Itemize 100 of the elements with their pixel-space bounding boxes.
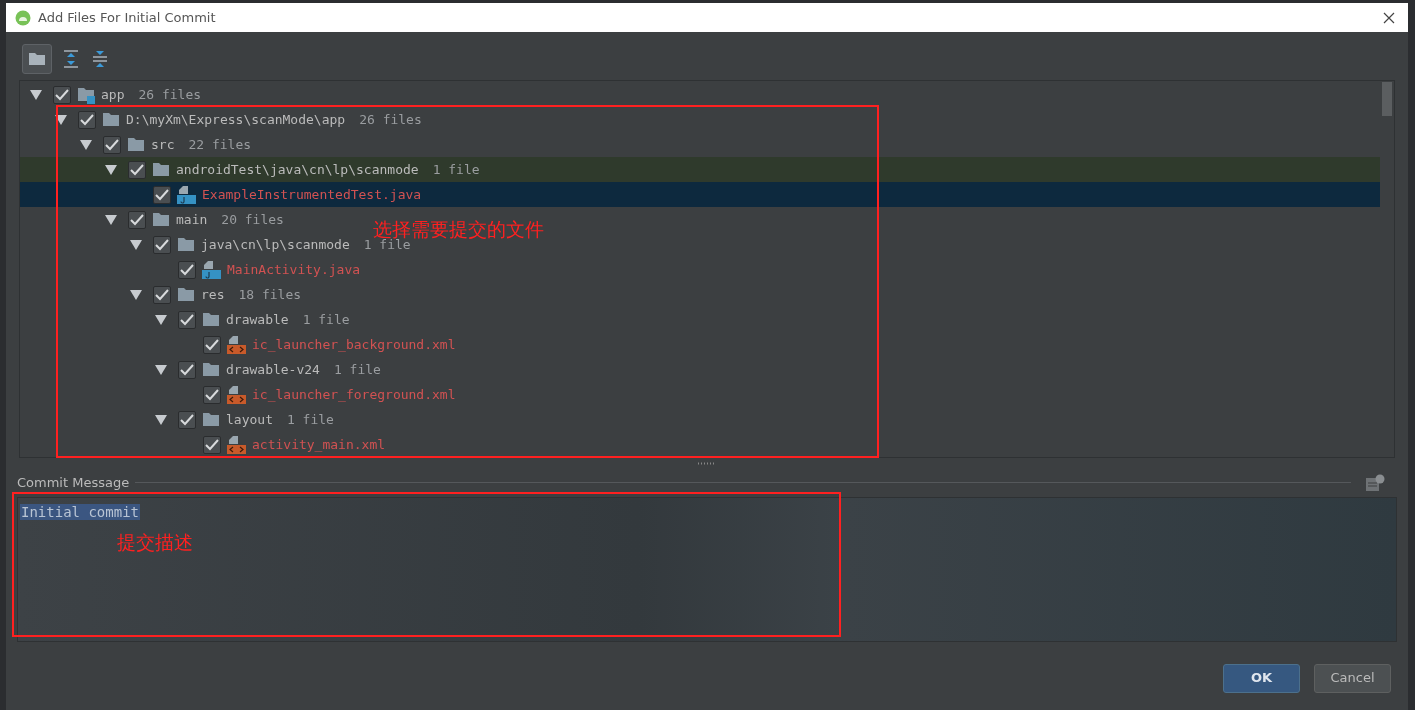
folder-name: main <box>176 210 208 229</box>
check-icon <box>155 188 169 201</box>
file-count: 26 files <box>138 85 202 104</box>
checkbox[interactable] <box>153 285 171 304</box>
checkbox[interactable] <box>153 235 171 254</box>
xml-file-icon <box>227 335 246 354</box>
check-icon <box>180 413 194 426</box>
folder-icon <box>152 212 170 227</box>
xml-file-icon <box>227 385 246 404</box>
folder-name: app <box>101 85 125 104</box>
annotation-text: 提交描述 <box>117 530 193 555</box>
splitter-handle-icon[interactable] <box>698 461 716 465</box>
check-icon <box>180 313 194 326</box>
tree-row[interactable]: drawable-v24 1 file <box>20 357 385 382</box>
folder-name: drawable <box>226 310 289 329</box>
expand-triangle-icon[interactable] <box>55 114 67 125</box>
folder-icon <box>102 112 120 127</box>
file-name: ic_launcher_foreground.xml <box>252 385 456 404</box>
file-count: 20 files <box>221 210 284 229</box>
file-name: ExampleInstrumentedTest.java <box>202 185 422 204</box>
folder-name: androidTest\java\cn\lp\scanmode <box>176 160 419 179</box>
check-icon <box>130 213 144 226</box>
check-icon <box>55 88 69 101</box>
checkbox[interactable] <box>78 110 96 129</box>
folder-name: src <box>151 135 175 154</box>
expand-triangle-icon[interactable] <box>30 89 42 100</box>
xml-file-icon <box>227 435 246 454</box>
checkbox[interactable] <box>203 385 221 404</box>
folder-icon <box>152 162 170 177</box>
check-icon <box>180 363 194 376</box>
tree-row[interactable]: src 22 files <box>20 132 256 157</box>
tree-row[interactable]: D:\myXm\Express\scanMode\app 26 files <box>20 107 426 132</box>
checkbox[interactable] <box>128 160 146 179</box>
tree-row[interactable]: res 18 files <box>20 282 306 307</box>
tree-row[interactable]: drawable 1 file <box>20 307 354 332</box>
file-count: 1 file <box>432 160 480 179</box>
check-icon <box>205 338 219 351</box>
check-icon <box>155 288 169 301</box>
checkbox[interactable] <box>203 435 221 454</box>
folder-name: layout <box>226 410 273 429</box>
expand-triangle-icon[interactable] <box>80 139 92 150</box>
file-count: 18 files <box>238 285 302 304</box>
folder-name: res <box>201 285 225 304</box>
file-count: 22 files <box>188 135 252 154</box>
check-icon <box>80 113 94 126</box>
expand-triangle-icon[interactable] <box>105 214 117 225</box>
folder-name: drawable-v24 <box>226 360 320 379</box>
file-name: activity_main.xml <box>252 435 386 454</box>
file-name: MainActivity.java <box>227 260 361 279</box>
checkbox[interactable] <box>203 335 221 354</box>
close-icon[interactable] <box>1383 11 1395 24</box>
file-name: ic_launcher_background.xml <box>252 335 456 354</box>
group-by-folder-button[interactable] <box>22 44 52 74</box>
expand-triangle-icon[interactable] <box>155 314 167 325</box>
checkbox[interactable] <box>178 260 196 279</box>
checkbox[interactable] <box>53 85 71 104</box>
commit-message-label: Commit Message <box>17 474 130 492</box>
collapse-all-icon[interactable] <box>90 49 110 69</box>
checkbox[interactable] <box>128 210 146 229</box>
window-title: Add Files For Initial Commit <box>38 8 216 27</box>
folder-name: java\cn\lp\scanmode <box>201 235 350 254</box>
expand-triangle-icon[interactable] <box>105 164 117 175</box>
history-icon[interactable] <box>1365 473 1385 492</box>
checkbox[interactable] <box>178 310 196 329</box>
folder-icon <box>202 312 220 327</box>
checkbox[interactable] <box>178 410 196 429</box>
check-icon <box>205 438 219 451</box>
module-folder-icon <box>77 85 95 104</box>
java-file-icon <box>202 260 221 279</box>
folder-icon <box>28 52 46 66</box>
check-icon <box>105 138 119 151</box>
checkbox[interactable] <box>103 135 121 154</box>
file-count: 26 files <box>359 110 422 129</box>
folder-icon <box>202 362 220 377</box>
check-icon <box>180 263 194 276</box>
file-count: 1 file <box>286 410 334 429</box>
folder-icon <box>177 287 195 302</box>
tree-row[interactable]: layout 1 file <box>20 407 338 432</box>
check-icon <box>205 388 219 401</box>
tree-row[interactable]: app 26 files <box>20 82 206 107</box>
commit-message-text: Initial commit <box>20 503 140 520</box>
file-count: 1 file <box>333 360 381 379</box>
expand-triangle-icon[interactable] <box>155 414 167 425</box>
check-icon <box>155 238 169 251</box>
expand-triangle-icon[interactable] <box>130 289 142 300</box>
cancel-button[interactable]: Cancel <box>1314 663 1391 693</box>
expand-triangle-icon[interactable] <box>155 364 167 375</box>
tree-row[interactable]: ExampleInstrumentedTest.java <box>20 182 1380 207</box>
tree-row[interactable]: main 20 files <box>20 207 288 232</box>
expand-all-icon[interactable] <box>61 49 81 69</box>
checkbox[interactable] <box>153 185 171 204</box>
java-file-icon <box>177 185 196 204</box>
ok-button[interactable]: OK <box>1223 663 1300 693</box>
android-logo-icon <box>15 9 31 26</box>
tree-row[interactable]: androidTest\java\cn\lp\scanmode 1 file <box>20 157 1380 182</box>
folder-name: D:\myXm\Express\scanMode\app <box>126 110 346 129</box>
expand-triangle-icon[interactable] <box>130 239 142 250</box>
folder-icon <box>127 137 145 152</box>
folder-icon <box>177 237 195 252</box>
checkbox[interactable] <box>178 360 196 379</box>
